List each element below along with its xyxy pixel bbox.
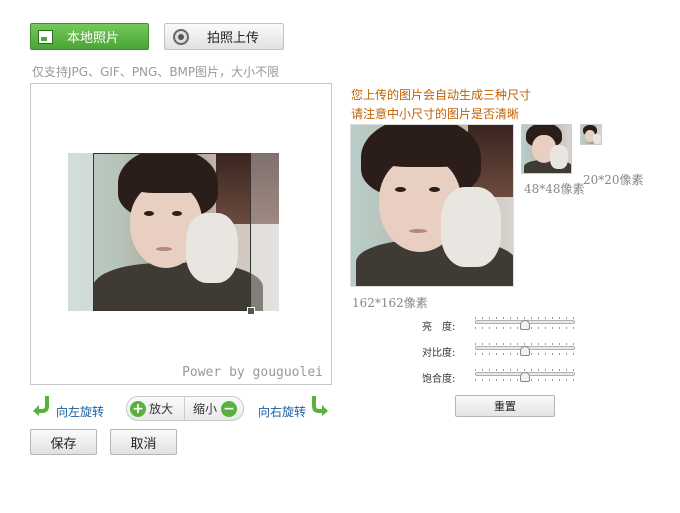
watermark: Power by gouguolei [182, 365, 323, 380]
size-label-large: 162*162像素 [352, 296, 428, 310]
brightness-label: 亮 度: [422, 322, 456, 333]
format-hint: 仅支持JPG、GIF、PNG、BMP图片，大小不限 [32, 65, 280, 79]
plus-icon: + [130, 400, 146, 417]
webcam-icon [173, 28, 189, 45]
save-button[interactable]: 保存 [30, 429, 97, 455]
size-label-medium: 48*48像素 [524, 182, 585, 196]
slider-knob[interactable] [520, 372, 530, 382]
contrast-label: 对比度: [422, 348, 456, 359]
slider-knob[interactable] [520, 346, 530, 356]
zoom-control: + 放大 缩小 − [126, 396, 244, 421]
take-photo-label: 拍照上传 [207, 31, 260, 46]
crop-selection[interactable] [93, 153, 251, 311]
size-label-small: 20*20像素 [583, 173, 644, 187]
portrait-image [522, 125, 571, 173]
preview-note-2: 请注意中小尺寸的图片是否清晰 [351, 107, 520, 121]
saturation-label: 饱合度: [422, 374, 456, 385]
brightness-slider[interactable] [475, 317, 575, 331]
minus-icon: − [221, 400, 238, 417]
zoom-in-button[interactable]: + 放大 [127, 397, 185, 420]
preview-note-1: 您上传的图片会自动生成三种尺寸 [351, 88, 532, 102]
rotate-right-icon[interactable] [310, 394, 330, 416]
preview-medium [521, 124, 572, 174]
local-photo-label: 本地照片 [67, 31, 120, 46]
saturation-slider[interactable] [475, 369, 575, 383]
resize-handle[interactable] [247, 307, 255, 315]
image-upload-icon [38, 29, 53, 44]
rotate-right-link[interactable]: 向右旋转 [258, 403, 306, 420]
cancel-button[interactable]: 取消 [110, 429, 177, 455]
reset-button[interactable]: 重置 [455, 395, 555, 417]
slider-knob[interactable] [520, 320, 530, 330]
local-photo-button[interactable]: 本地照片 [30, 23, 149, 50]
zoom-out-button[interactable]: 缩小 − [185, 397, 243, 420]
crop-canvas[interactable]: Power by gouguolei [30, 83, 332, 385]
zoom-in-label: 放大 [149, 402, 174, 416]
portrait-image [351, 125, 513, 286]
take-photo-button[interactable]: 拍照上传 [164, 23, 284, 50]
preview-small [580, 124, 602, 145]
portrait-image [581, 125, 601, 144]
preview-large [350, 124, 514, 287]
contrast-slider[interactable] [475, 343, 575, 357]
zoom-out-label: 缩小 [193, 402, 218, 416]
rotate-left-icon[interactable] [31, 394, 51, 416]
rotate-left-link[interactable]: 向左旋转 [56, 403, 104, 420]
